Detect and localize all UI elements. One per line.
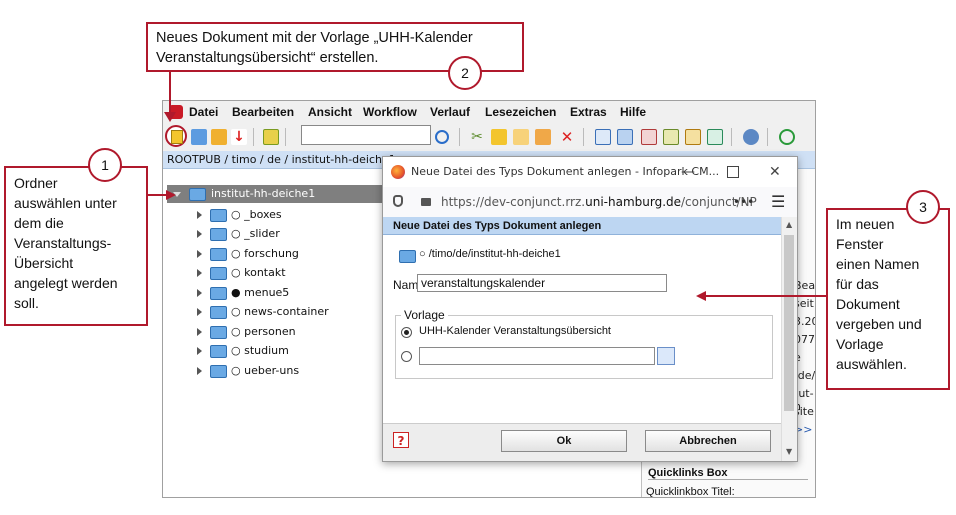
callout-3-line-text: für das (836, 276, 879, 292)
callout-1-line-text: Übersicht (14, 255, 74, 271)
callout-3: Im neuen Fenster einen Namen für das Dok… (826, 208, 950, 390)
callout-1-line-text: dem die (14, 215, 64, 231)
callout-1-arrowhead (166, 190, 176, 200)
callout-1: Ordner auswählen unter dem die Veranstal… (4, 166, 148, 326)
callout-3-arrowhead (696, 291, 706, 301)
callout-3-line-text: Dokument (836, 296, 900, 312)
callout-3-line-text: auswählen. (836, 356, 907, 372)
callout-1-line-text: soll. (14, 295, 39, 311)
callout-3-line-text: vergeben und (836, 316, 922, 332)
callout-3-line-text: Vorlage (836, 336, 884, 352)
callout-1-line-text: Ordner (14, 175, 58, 191)
callout-2-arrowhead (164, 112, 176, 122)
callout-1-line-text: auswählen unter (14, 195, 117, 211)
callout-1-line-text: Veranstaltungs- (14, 235, 112, 251)
callout-2-line-text: Neues Dokument mit der Vorlage „UHH-Kale… (156, 30, 473, 46)
callout-2-number: 2 (448, 56, 482, 90)
callout-1-number: 1 (88, 148, 122, 182)
callout-3-number: 3 (906, 190, 940, 224)
callout-3-line-text: Fenster (836, 236, 884, 252)
callout-1-line-text: angelegt werden (14, 275, 118, 291)
callout-3-line-text: einen Namen (836, 256, 920, 272)
